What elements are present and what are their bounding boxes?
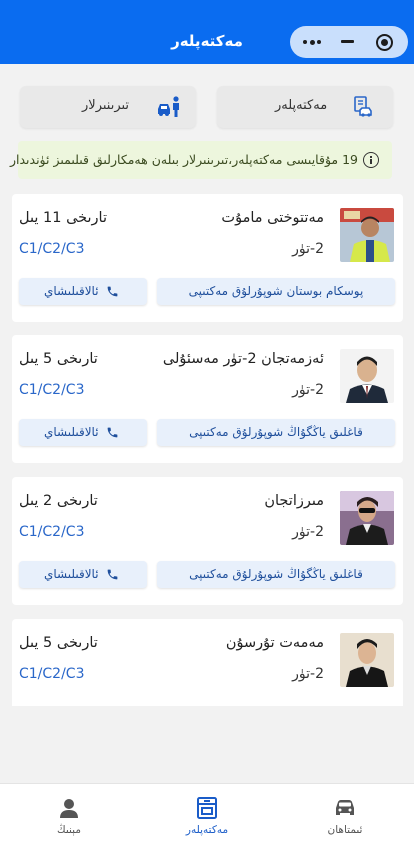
call-button[interactable]: ئالاقىلىشاي [19,419,147,446]
trainer-card[interactable]: مىرزاتجان 2-تۈر تارىخى 2 يىل C1/C2/C3 قا… [12,477,403,605]
school-button[interactable]: قاغلىق ياڭگۇاڭ شوپۇرلۇق مەكتىپى [157,419,395,446]
more-icon[interactable] [303,39,323,45]
school-button-label: پوسكام بوستان شوپۇرلۇق مەكتىپى [188,284,364,298]
trainer-licenses: C1/C2/C3 [19,241,85,257]
trainer-card[interactable]: مەمەت تۇرسۇن 2-تۈر تارىخى 5 يىل C1/C2/C3 [12,619,403,706]
trainer-experience: تارىخى 11 يىل [19,210,108,226]
phone-icon [107,286,118,297]
call-button-label: ئالاقىلىشاي [44,567,99,581]
trainer-card[interactable]: مەتتوختى مامۇت 2-تۈر تارىخى 11 يىل C1/C2… [12,194,403,322]
phone-icon [107,427,118,438]
tab-trainers-label: تىرىنىرلار [82,98,130,113]
bottom-navigation: ئىمتاھان مەكتەپلەر مېنىڭ [0,783,414,843]
trainer-licenses: C1/C2/C3 [19,524,85,540]
trainer-card[interactable]: ئەزمەتجان 2-تۈر مەسئۇلى 2-تۈر تارىخى 5 ي… [12,335,403,463]
call-button-label: ئالاقىلىشاي [44,425,99,439]
nav-item-exam[interactable]: ئىمتاھان [305,784,385,843]
school-button[interactable]: پوسكام بوستان شوپۇرلۇق مەكتىپى [157,278,395,305]
top-bar: مەكتەپلەر [0,0,414,64]
call-button[interactable]: ئالاقىلىشاي [19,278,147,305]
trainer-car-icon [158,96,179,117]
trainer-grade: 2-تۈر [292,382,324,398]
nav-item-profile[interactable]: مېنىڭ [29,784,109,843]
minimize-icon[interactable] [341,40,354,43]
trainer-grade: 2-تۈر [292,241,324,257]
info-icon [363,152,379,168]
car-icon [336,800,354,815]
trainer-photo [340,208,394,262]
trainer-grade: 2-تۈر [292,524,324,540]
trainer-name: ئەزمەتجان 2-تۈر مەسئۇلى [162,351,324,367]
school-button-label: قاغلىق ياڭگۇاڭ شوپۇرلۇق مەكتىپى [189,425,363,439]
notice-text: 19 مۇقايىسى مەكتەپلەر،تىرىنىرلار بىلەن ھ… [9,152,358,167]
school-button-label: قاغلىق ياڭگۇاڭ شوپۇرلۇق مەكتىپى [189,567,363,581]
nav-label-schools: مەكتەپلەر [185,824,229,836]
nav-item-schools[interactable]: مەكتەپلەر [167,784,247,843]
trainer-experience: تارىخى 2 يىل [19,493,98,509]
user-icon [60,799,78,818]
trainer-list[interactable]: مەتتوختى مامۇت 2-تۈر تارىخى 11 يىل C1/C2… [0,190,414,706]
call-button-label: ئالاقىلىشاي [44,284,99,298]
phone-icon [107,569,118,580]
trainer-name: مەمەت تۇرسۇن [225,635,324,651]
trainer-experience: تارىخى 5 يىل [19,635,98,651]
nav-label-profile: مېنىڭ [57,824,81,836]
close-target-icon[interactable] [376,34,393,51]
trainer-licenses: C1/C2/C3 [19,666,85,682]
tab-trainers[interactable]: تىرىنىرلار [20,86,196,128]
trainer-photo [340,633,394,687]
school-icon [197,797,217,819]
trainer-name: مەتتوختى مامۇت [221,210,324,226]
tab-schools[interactable]: مەكتەپلەر [217,86,393,128]
trainer-experience: تارىخى 5 يىل [19,351,98,367]
call-button[interactable]: ئالاقىلىشاي [19,561,147,588]
trainer-grade: 2-تۈر [292,666,324,682]
trainer-photo [340,349,394,403]
school-search-icon [354,96,372,117]
school-button[interactable]: قاغلىق ياڭگۇاڭ شوپۇرلۇق مەكتىپى [157,561,395,588]
nav-label-exam: ئىمتاھان [327,824,363,836]
mini-program-capsule [290,26,408,58]
trainer-photo [340,491,394,545]
trainer-name: مىرزاتجان [264,493,324,509]
tab-schools-label: مەكتەپلەر [275,98,328,113]
notice-banner: 19 مۇقايىسى مەكتەپلەر،تىرىنىرلار بىلەن ھ… [10,141,392,179]
trainer-licenses: C1/C2/C3 [19,382,85,398]
